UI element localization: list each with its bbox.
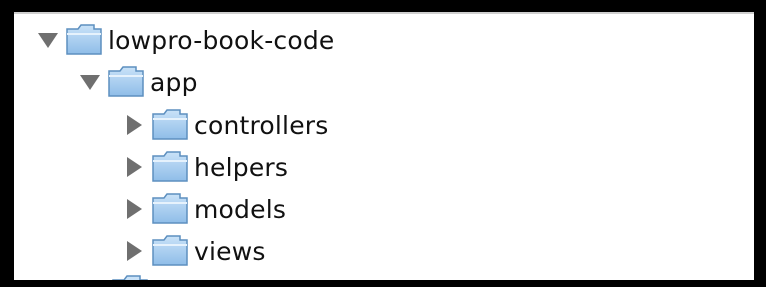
tree-row-views[interactable]: views bbox=[120, 231, 266, 271]
folder-icon bbox=[110, 274, 150, 280]
disclosure-expanded-icon[interactable] bbox=[76, 68, 104, 96]
folder-label-views: views bbox=[194, 236, 266, 266]
folder-icon bbox=[150, 192, 190, 226]
folder-icon bbox=[150, 234, 190, 268]
disclosure-collapsed-icon[interactable] bbox=[120, 195, 148, 223]
folder-label-models: models bbox=[194, 194, 287, 224]
file-tree-panel: lowpro-book-code app controllers helpers… bbox=[14, 12, 754, 280]
tree-row-helpers[interactable]: helpers bbox=[120, 147, 288, 187]
window-frame: lowpro-book-code app controllers helpers… bbox=[0, 0, 766, 287]
folder-icon bbox=[106, 65, 146, 99]
disclosure-collapsed-icon[interactable] bbox=[120, 153, 148, 181]
folder-icon bbox=[150, 108, 190, 142]
tree-row-root[interactable]: lowpro-book-code bbox=[34, 20, 335, 60]
folder-label-root: lowpro-book-code bbox=[108, 25, 335, 55]
disclosure-collapsed-icon[interactable] bbox=[120, 237, 148, 265]
panel-top-border bbox=[14, 12, 754, 14]
disclosure-collapsed-icon[interactable] bbox=[120, 111, 148, 139]
disclosure-expanded-icon[interactable] bbox=[34, 26, 62, 54]
tree-row-models[interactable]: models bbox=[120, 189, 286, 229]
folder-label-app: app bbox=[150, 67, 198, 97]
tree-row-app[interactable]: app bbox=[76, 62, 198, 102]
folder-label-helpers: helpers bbox=[194, 152, 289, 182]
folder-icon bbox=[150, 150, 190, 184]
folder-label-controllers: controllers bbox=[194, 110, 329, 140]
tree-row-controllers[interactable]: controllers bbox=[120, 105, 329, 145]
folder-icon bbox=[64, 23, 104, 57]
